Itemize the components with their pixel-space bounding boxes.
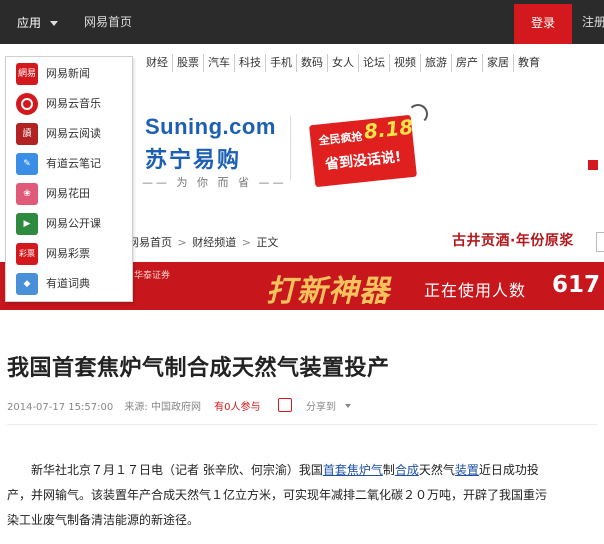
breadcrumb: 网易首页 > 财经频道 > 正文 [128, 234, 278, 250]
side-box [596, 232, 604, 252]
app-menu-item-cloud-music[interactable]: 网易云音乐 [6, 89, 132, 119]
promo-tag: 全民疯抢 8.18 省到没话说! [309, 114, 417, 188]
channel-link-video[interactable]: 视频 [389, 54, 420, 72]
app-menu-item-cloud-reading[interactable]: 讀 网易云阅读 [6, 119, 132, 149]
app-menu-item-label: 有道云笔记 [46, 157, 101, 170]
body-text-prefix: 新华社北京７月１７日电（记者 张辛欣、何宗渝）我国 [31, 463, 323, 477]
app-menu-item-netease-news[interactable]: 網易 网易新闻 [6, 59, 132, 89]
participants-link[interactable]: 有0人参与 [214, 402, 260, 413]
chevron-down-icon [50, 21, 58, 26]
breadcrumb-home[interactable]: 网易首页 [128, 236, 172, 249]
app-menu-item-label: 有道词典 [46, 277, 90, 290]
article-source[interactable]: 来源: 中国政府网 [124, 402, 201, 413]
app-menu-item-label: 网易新闻 [46, 67, 90, 80]
app-menu-item-youdao-note[interactable]: ✎ 有道云笔记 [6, 149, 132, 179]
app-menu-item-huatian[interactable]: ❀ 网易花田 [6, 179, 132, 209]
channel-link-mobile[interactable]: 手机 [265, 54, 296, 72]
promo-date: 8.18 [362, 114, 415, 144]
share-button[interactable]: 分享到 [306, 398, 336, 413]
channel-link-education[interactable]: 教育 [513, 54, 544, 72]
app-menu-item-label: 网易公开课 [46, 217, 101, 230]
chevron-down-icon [345, 404, 351, 408]
channel-link-travel[interactable]: 旅游 [420, 54, 451, 72]
keyword-link[interactable]: 首套焦炉气 [323, 463, 383, 477]
promo-line1: 全民疯抢 [318, 130, 364, 148]
app-menu-item-label: 网易云阅读 [46, 127, 101, 140]
article-meta: 2014-07-17 15:57:00 来源: 中国政府网 有0人参与 [7, 398, 261, 413]
cloud-reading-icon: 讀 [16, 123, 38, 145]
comment-edit-icon[interactable] [278, 398, 292, 412]
keyword-link[interactable]: 装置 [455, 463, 479, 477]
app-menu-item-label: 网易彩票 [46, 247, 90, 260]
app-menu-button[interactable]: 应用 [6, 4, 66, 42]
app-menu-label: 应用 [17, 16, 42, 30]
article-title: 我国首套焦炉气制合成天然气装置投产 [7, 355, 390, 381]
netease-home-link[interactable]: 网易首页 [84, 0, 132, 44]
app-dropdown-menu: 網易 网易新闻 网易云音乐 讀 网易云阅读 ✎ 有道云笔记 ❀ 网易花田 ▶ 网… [5, 56, 133, 302]
app-menu-item-label: 网易云音乐 [46, 97, 101, 110]
lottery-icon: 彩票 [16, 243, 38, 265]
breadcrumb-finance[interactable]: 财经频道 [192, 236, 236, 249]
youdao-dict-icon: ◆ [16, 273, 38, 295]
banner-title: 打新神器 [266, 274, 390, 309]
meta-divider [7, 424, 597, 425]
youdao-note-icon: ✎ [16, 153, 38, 175]
red-square-icon [588, 160, 598, 170]
article-body: 新华社北京７月１７日电（记者 张辛欣、何宗渝）我国首套焦炉气制合成天然气装置近日… [7, 458, 551, 533]
breadcrumb-separator: > [177, 236, 187, 249]
suning-slogan: —— 为 你 而 省 —— [142, 176, 287, 189]
channel-link-forum[interactable]: 论坛 [358, 54, 389, 72]
body-text: 天然气 [418, 463, 455, 477]
top-navigation-bar: 应用 网易首页 登录 注册 [0, 0, 604, 44]
register-link[interactable]: 注册 [582, 0, 604, 44]
app-menu-item-label: 网易花田 [46, 187, 90, 200]
channel-link-house[interactable]: 房产 [451, 54, 482, 72]
channel-link-home[interactable]: 家居 [482, 54, 513, 72]
body-text: 制 [382, 463, 395, 477]
banner-brand: 华泰证券 [134, 271, 171, 281]
breadcrumb-separator: > [241, 236, 251, 249]
ad-divider [290, 116, 291, 180]
channel-link-stocks[interactable]: 股票 [172, 54, 203, 72]
breadcrumb-current: 正文 [256, 236, 279, 249]
wine-advertisement[interactable]: 古井贡酒·年份原浆 [452, 230, 574, 250]
channel-link-auto[interactable]: 汽车 [203, 54, 234, 72]
keyword-link[interactable]: 合成 [395, 463, 419, 477]
netease-news-icon: 網易 [16, 63, 38, 85]
cloud-music-icon [16, 93, 38, 115]
suning-chinese-name: 苏宁易购 [145, 148, 242, 173]
promo-line2: 省到没话说! [324, 149, 403, 173]
banner-user-count: 617 [552, 272, 601, 298]
login-button[interactable]: 登录 [514, 4, 572, 44]
app-menu-item-youdao-dict[interactable]: ◆ 有道词典 [6, 269, 132, 299]
channel-link-digital[interactable]: 数码 [296, 54, 327, 72]
channel-link-tech[interactable]: 科技 [234, 54, 265, 72]
channel-link-finance[interactable]: 财经 [136, 54, 172, 72]
suning-advertisement[interactable]: Suning.com 苏宁易购 —— 为 你 而 省 —— 全民疯抢 8.18 … [136, 90, 550, 206]
channel-link-women[interactable]: 女人 [327, 54, 358, 72]
huatian-icon: ❀ [16, 183, 38, 205]
banner-using-label: 正在使用人数 [424, 281, 527, 300]
suning-logo: Suning.com [145, 114, 276, 139]
publish-date: 2014-07-17 15:57:00 [7, 402, 114, 413]
app-menu-item-lottery[interactable]: 彩票 网易彩票 [6, 239, 132, 269]
channel-navigation: 财经 股票 汽车 科技 手机 数码 女人 论坛 视频 旅游 房产 家居 教育 [136, 54, 604, 72]
open-course-icon: ▶ [16, 213, 38, 235]
app-menu-item-open-course[interactable]: ▶ 网易公开课 [6, 209, 132, 239]
